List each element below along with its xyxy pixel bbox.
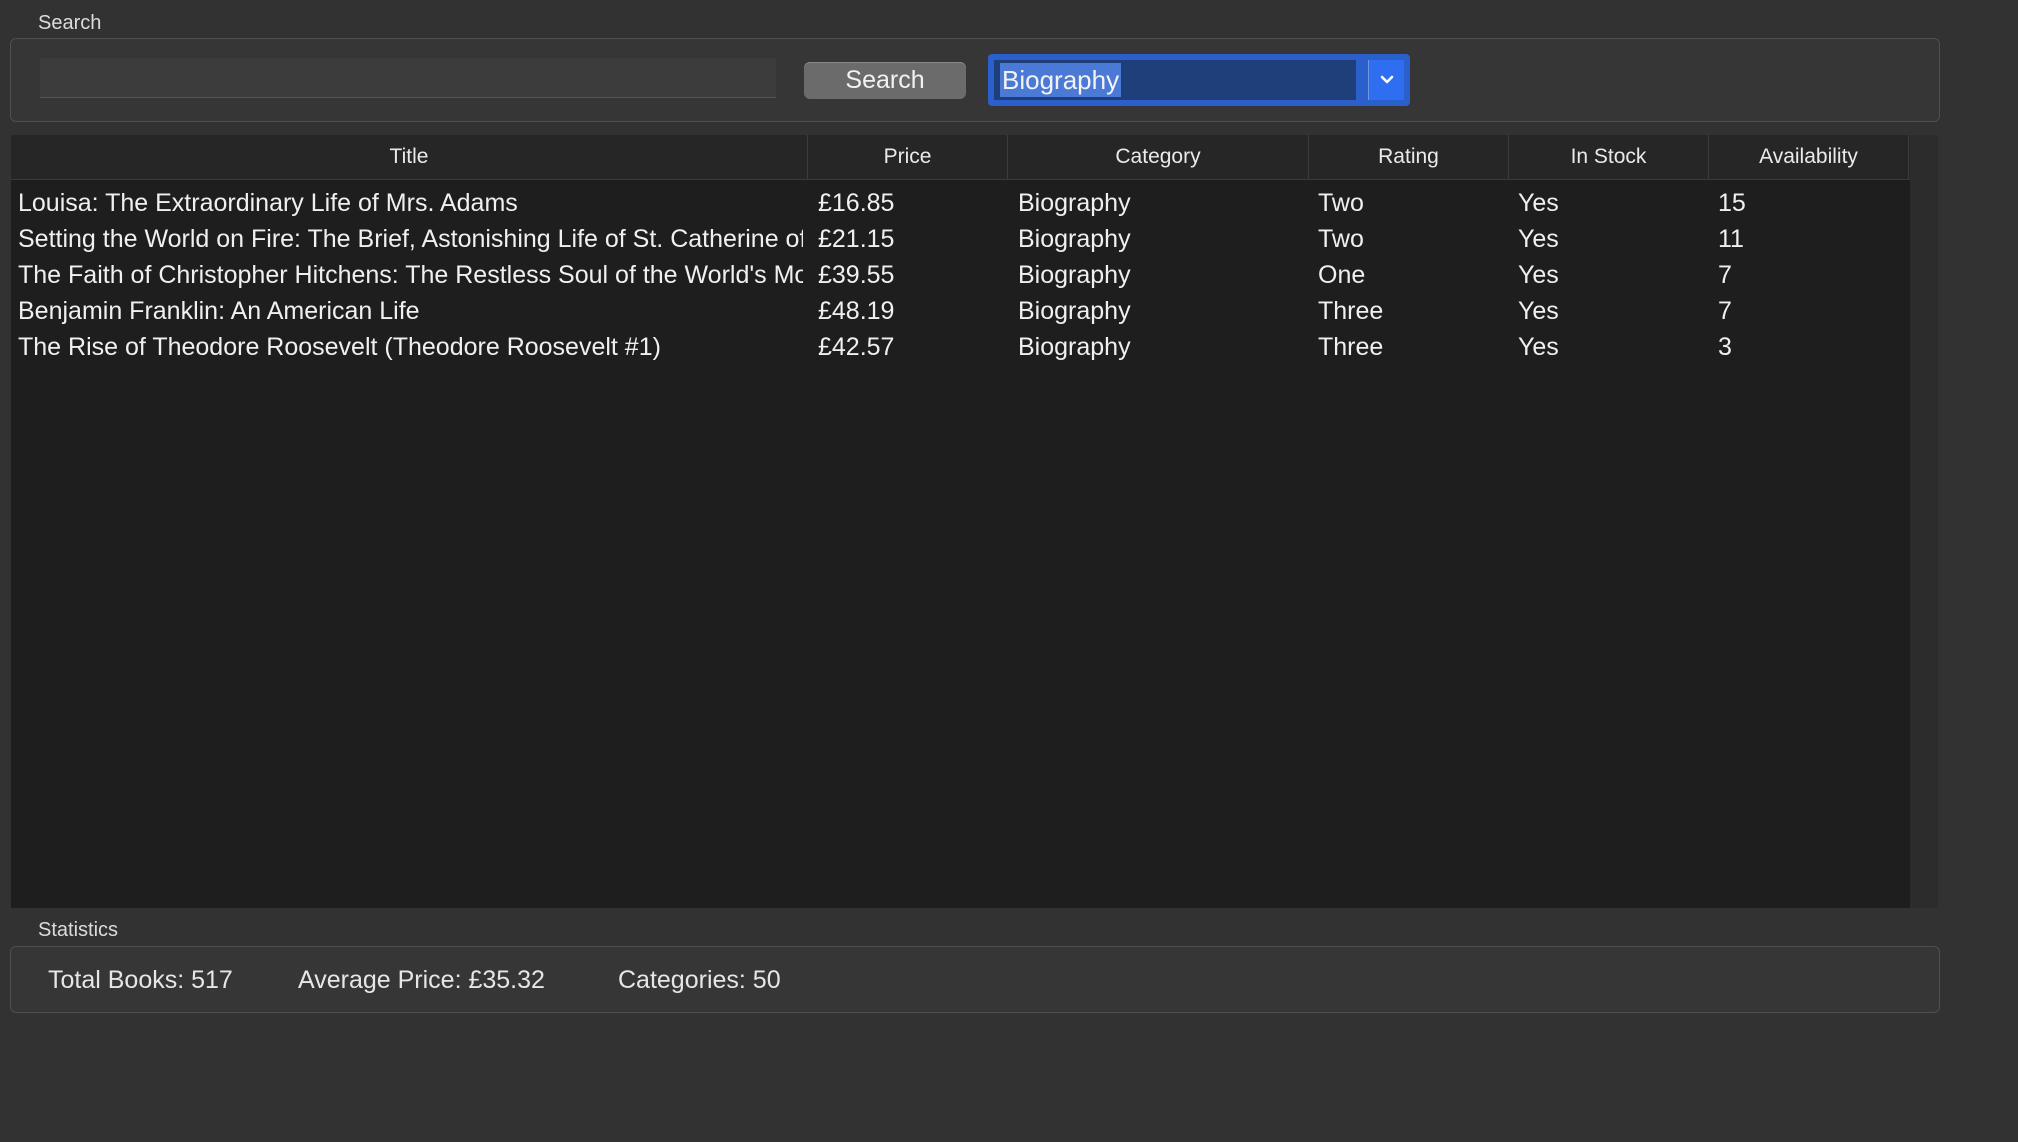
cell-in-stock: Yes <box>1518 332 1559 361</box>
search-button[interactable]: Search <box>804 62 966 99</box>
cell-in-stock: Yes <box>1518 260 1559 289</box>
cell-category: Biography <box>1018 332 1131 361</box>
cell-availability: 11 <box>1718 224 1744 253</box>
cell-title: Setting the World on Fire: The Brief, As… <box>18 224 803 253</box>
cell-category: Biography <box>1018 224 1131 253</box>
cell-availability: 7 <box>1718 260 1732 289</box>
cell-price: £21.15 <box>818 224 895 253</box>
column-header-category[interactable]: Category <box>1008 135 1309 179</box>
cell-rating: Three <box>1318 332 1384 361</box>
cell-category: Biography <box>1018 296 1131 325</box>
total-books-stat: Total Books: 517 <box>48 966 233 994</box>
cell-category: Biography <box>1018 260 1131 289</box>
cell-rating: One <box>1318 260 1366 289</box>
table-row[interactable]: The Faith of Christopher Hitchens: The R… <box>11 257 1910 293</box>
cell-rating: Two <box>1318 224 1364 253</box>
statistics-group-label: Statistics <box>38 919 119 941</box>
search-group-label: Search <box>38 12 102 34</box>
table-row[interactable]: Setting the World on Fire: The Brief, As… <box>11 221 1910 257</box>
table-header: Title Price Category Rating In Stock Ava… <box>11 135 1910 180</box>
column-header-availability[interactable]: Availability <box>1709 135 1909 179</box>
cell-price: £42.57 <box>818 332 895 361</box>
column-header-price[interactable]: Price <box>808 135 1008 179</box>
cell-availability: 7 <box>1718 296 1732 325</box>
average-price-stat: Average Price: £35.32 <box>298 966 545 994</box>
cell-price: £48.19 <box>818 296 895 325</box>
table-row[interactable]: Benjamin Franklin: An American Life £48.… <box>11 293 1910 329</box>
cell-in-stock: Yes <box>1518 188 1559 217</box>
category-select-value: Biography <box>1000 63 1122 97</box>
cell-title: Benjamin Franklin: An American Life <box>18 296 420 325</box>
cell-category: Biography <box>1018 188 1131 217</box>
search-input[interactable] <box>40 58 776 98</box>
table-body: Louisa: The Extraordinary Life of Mrs. A… <box>11 185 1910 365</box>
chevron-down-icon[interactable] <box>1368 60 1404 100</box>
table-scroll-edge <box>1910 135 1938 908</box>
cell-availability: 15 <box>1718 188 1746 217</box>
cell-availability: 3 <box>1718 332 1732 361</box>
categories-stat: Categories: 50 <box>618 966 781 994</box>
table-row[interactable]: Louisa: The Extraordinary Life of Mrs. A… <box>11 185 1910 221</box>
category-select[interactable]: Biography <box>988 54 1410 106</box>
cell-rating: Three <box>1318 296 1384 325</box>
cell-in-stock: Yes <box>1518 296 1559 325</box>
cell-title: Louisa: The Extraordinary Life of Mrs. A… <box>18 188 518 217</box>
table-row[interactable]: The Rise of Theodore Roosevelt (Theodore… <box>11 329 1910 365</box>
cell-price: £39.55 <box>818 260 895 289</box>
column-header-rating[interactable]: Rating <box>1309 135 1509 179</box>
cell-price: £16.85 <box>818 188 895 217</box>
books-table[interactable]: Title Price Category Rating In Stock Ava… <box>11 135 1910 908</box>
cell-rating: Two <box>1318 188 1364 217</box>
category-select-field[interactable]: Biography <box>994 60 1356 100</box>
cell-in-stock: Yes <box>1518 224 1559 253</box>
column-header-title[interactable]: Title <box>11 135 808 179</box>
cell-title: The Faith of Christopher Hitchens: The R… <box>18 260 803 289</box>
column-header-in-stock[interactable]: In Stock <box>1509 135 1709 179</box>
cell-title: The Rise of Theodore Roosevelt (Theodore… <box>18 332 661 361</box>
